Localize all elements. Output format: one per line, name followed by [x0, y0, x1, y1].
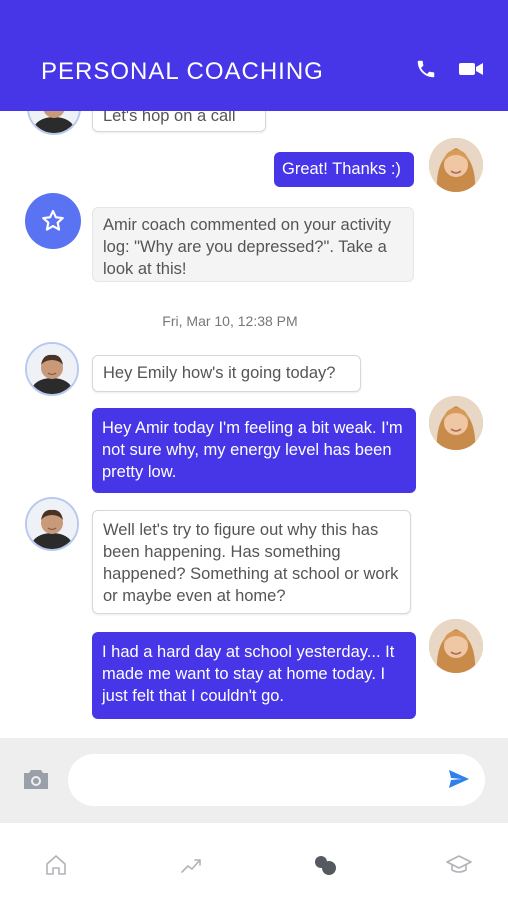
message-text: Well let's try to figure out why this ha…	[103, 521, 399, 605]
page-title: PERSONAL COACHING	[41, 58, 324, 85]
nav-home[interactable]	[42, 851, 70, 879]
home-icon	[46, 855, 66, 875]
star-icon	[42, 209, 64, 231]
coach-avatar	[25, 342, 79, 396]
activity-notice[interactable]: Amir coach commented on your activity lo…	[92, 207, 414, 282]
user-avatar	[429, 619, 483, 673]
coach-avatar	[27, 111, 81, 135]
attach-photo-button[interactable]	[22, 768, 52, 792]
timestamp-divider: Fri, Mar 10, 12:38 PM	[162, 313, 298, 329]
phone-icon	[417, 60, 435, 78]
user-avatar	[429, 396, 483, 450]
message-bubble-user: I had a hard day at school yesterday... …	[92, 632, 416, 719]
message-text: Hey Emily how's it going today?	[103, 364, 336, 382]
graduation-cap-icon	[446, 855, 472, 873]
notification-badge	[25, 193, 81, 249]
message-bubble-user: Hey Amir today I'm feeling a bit weak. I…	[92, 408, 416, 493]
message-bubble-user: Great! Thanks :)	[274, 152, 414, 187]
message-bubble-coach: Let's hop on a call	[92, 111, 266, 132]
message-input[interactable]	[68, 754, 485, 806]
coach-avatar	[25, 497, 79, 551]
app-header: PERSONAL COACHING	[0, 0, 508, 111]
send-button[interactable]	[448, 769, 470, 791]
camera-icon	[24, 770, 48, 789]
nav-learn[interactable]	[445, 851, 473, 879]
trend-icon	[181, 859, 201, 873]
user-avatar	[429, 138, 483, 192]
send-icon	[449, 770, 469, 788]
video-camera-icon	[459, 63, 483, 75]
message-text: Let's hop on a call	[103, 111, 236, 125]
message-text: Great! Thanks :)	[282, 160, 401, 178]
message-composer	[0, 738, 508, 822]
message-bubble-coach: Well let's try to figure out why this ha…	[92, 510, 411, 614]
message-text: Hey Amir today I'm feeling a bit weak. I…	[102, 419, 403, 481]
call-button[interactable]	[411, 55, 441, 83]
message-bubble-coach: Hey Emily how's it going today?	[92, 355, 361, 392]
message-text: I had a hard day at school yesterday... …	[102, 643, 395, 705]
chat-dots-icon	[315, 856, 336, 875]
nav-progress[interactable]	[177, 851, 205, 879]
video-call-button[interactable]	[456, 55, 486, 83]
chat-thread[interactable]: Let's hop on a call Great! Thanks :) Ami…	[0, 111, 508, 738]
nav-chat[interactable]	[311, 851, 339, 879]
bottom-navigation	[0, 822, 508, 900]
notice-text: Amir coach commented on your activity lo…	[103, 216, 391, 278]
